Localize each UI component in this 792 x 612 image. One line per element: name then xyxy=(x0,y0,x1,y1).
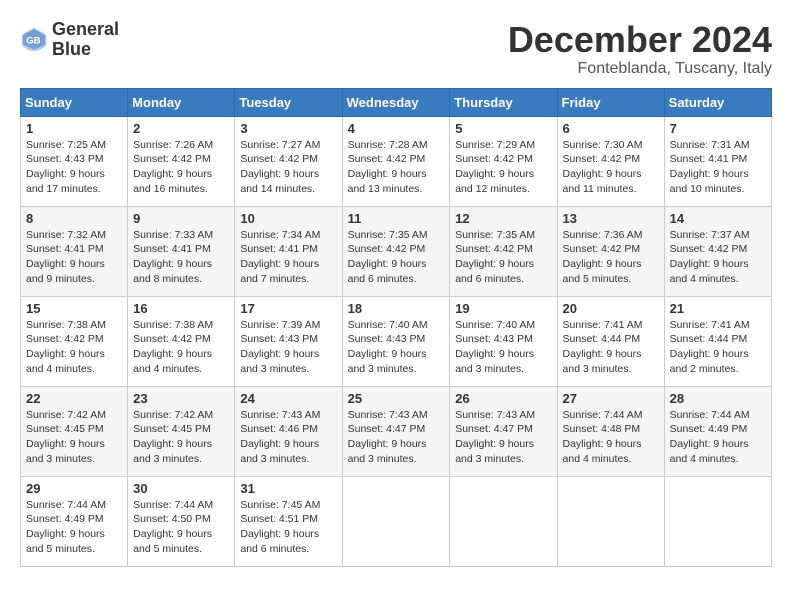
day-24: 24 Sunrise: 7:43 AMSunset: 4:46 PMDaylig… xyxy=(235,386,342,476)
col-thursday: Thursday xyxy=(450,88,557,116)
day-30: 30 Sunrise: 7:44 AMSunset: 4:50 PMDaylig… xyxy=(128,476,235,566)
day-27: 27 Sunrise: 7:44 AMSunset: 4:48 PMDaylig… xyxy=(557,386,664,476)
title-section: December 2024 Fonteblanda, Tuscany, Ital… xyxy=(508,20,772,78)
table-row: 22 Sunrise: 7:42 AMSunset: 4:45 PMDaylig… xyxy=(21,386,772,476)
col-wednesday: Wednesday xyxy=(342,88,450,116)
empty-cell xyxy=(664,476,771,566)
table-row: 1 Sunrise: 7:25 AMSunset: 4:43 PMDayligh… xyxy=(21,116,772,206)
table-row: 29 Sunrise: 7:44 AMSunset: 4:49 PMDaylig… xyxy=(21,476,772,566)
table-row: 15 Sunrise: 7:38 AMSunset: 4:42 PMDaylig… xyxy=(21,296,772,386)
col-friday: Friday xyxy=(557,88,664,116)
day-9: 9 Sunrise: 7:33 AMSunset: 4:41 PMDayligh… xyxy=(128,206,235,296)
table-row: 8 Sunrise: 7:32 AMSunset: 4:41 PMDayligh… xyxy=(21,206,772,296)
logo: GB General Blue xyxy=(20,20,119,60)
col-monday: Monday xyxy=(128,88,235,116)
col-sunday: Sunday xyxy=(21,88,128,116)
day-16: 16 Sunrise: 7:38 AMSunset: 4:42 PMDaylig… xyxy=(128,296,235,386)
day-21: 21 Sunrise: 7:41 AMSunset: 4:44 PMDaylig… xyxy=(664,296,771,386)
day-19: 19 Sunrise: 7:40 AMSunset: 4:43 PMDaylig… xyxy=(450,296,557,386)
day-14: 14 Sunrise: 7:37 AMSunset: 4:42 PMDaylig… xyxy=(664,206,771,296)
day-25: 25 Sunrise: 7:43 AMSunset: 4:47 PMDaylig… xyxy=(342,386,450,476)
day-12: 12 Sunrise: 7:35 AMSunset: 4:42 PMDaylig… xyxy=(450,206,557,296)
day-29: 29 Sunrise: 7:44 AMSunset: 4:49 PMDaylig… xyxy=(21,476,128,566)
logo-icon: GB xyxy=(20,26,48,54)
day-26: 26 Sunrise: 7:43 AMSunset: 4:47 PMDaylig… xyxy=(450,386,557,476)
day-23: 23 Sunrise: 7:42 AMSunset: 4:45 PMDaylig… xyxy=(128,386,235,476)
logo-line1: General xyxy=(52,20,119,40)
col-tuesday: Tuesday xyxy=(235,88,342,116)
day-6: 6 Sunrise: 7:30 AMSunset: 4:42 PMDayligh… xyxy=(557,116,664,206)
day-2: 2 Sunrise: 7:26 AMSunset: 4:42 PMDayligh… xyxy=(128,116,235,206)
svg-text:GB: GB xyxy=(26,35,40,46)
empty-cell xyxy=(450,476,557,566)
day-1: 1 Sunrise: 7:25 AMSunset: 4:43 PMDayligh… xyxy=(21,116,128,206)
day-10: 10 Sunrise: 7:34 AMSunset: 4:41 PMDaylig… xyxy=(235,206,342,296)
day-17: 17 Sunrise: 7:39 AMSunset: 4:43 PMDaylig… xyxy=(235,296,342,386)
day-3: 3 Sunrise: 7:27 AMSunset: 4:42 PMDayligh… xyxy=(235,116,342,206)
day-4: 4 Sunrise: 7:28 AMSunset: 4:42 PMDayligh… xyxy=(342,116,450,206)
calendar: Sunday Monday Tuesday Wednesday Thursday… xyxy=(20,88,772,567)
day-31: 31 Sunrise: 7:45 AMSunset: 4:51 PMDaylig… xyxy=(235,476,342,566)
location-title: Fonteblanda, Tuscany, Italy xyxy=(508,60,772,78)
month-title: December 2024 xyxy=(508,20,772,60)
col-saturday: Saturday xyxy=(664,88,771,116)
empty-cell xyxy=(342,476,450,566)
day-20: 20 Sunrise: 7:41 AMSunset: 4:44 PMDaylig… xyxy=(557,296,664,386)
day-13: 13 Sunrise: 7:36 AMSunset: 4:42 PMDaylig… xyxy=(557,206,664,296)
day-8: 8 Sunrise: 7:32 AMSunset: 4:41 PMDayligh… xyxy=(21,206,128,296)
day-11: 11 Sunrise: 7:35 AMSunset: 4:42 PMDaylig… xyxy=(342,206,450,296)
day-22: 22 Sunrise: 7:42 AMSunset: 4:45 PMDaylig… xyxy=(21,386,128,476)
page-header: GB General Blue December 2024 Fontebland… xyxy=(20,20,772,78)
day-7: 7 Sunrise: 7:31 AMSunset: 4:41 PMDayligh… xyxy=(664,116,771,206)
calendar-header-row: Sunday Monday Tuesday Wednesday Thursday… xyxy=(21,88,772,116)
day-5: 5 Sunrise: 7:29 AMSunset: 4:42 PMDayligh… xyxy=(450,116,557,206)
day-28: 28 Sunrise: 7:44 AMSunset: 4:49 PMDaylig… xyxy=(664,386,771,476)
logo-line2: Blue xyxy=(52,40,119,60)
day-15: 15 Sunrise: 7:38 AMSunset: 4:42 PMDaylig… xyxy=(21,296,128,386)
day-18: 18 Sunrise: 7:40 AMSunset: 4:43 PMDaylig… xyxy=(342,296,450,386)
empty-cell xyxy=(557,476,664,566)
